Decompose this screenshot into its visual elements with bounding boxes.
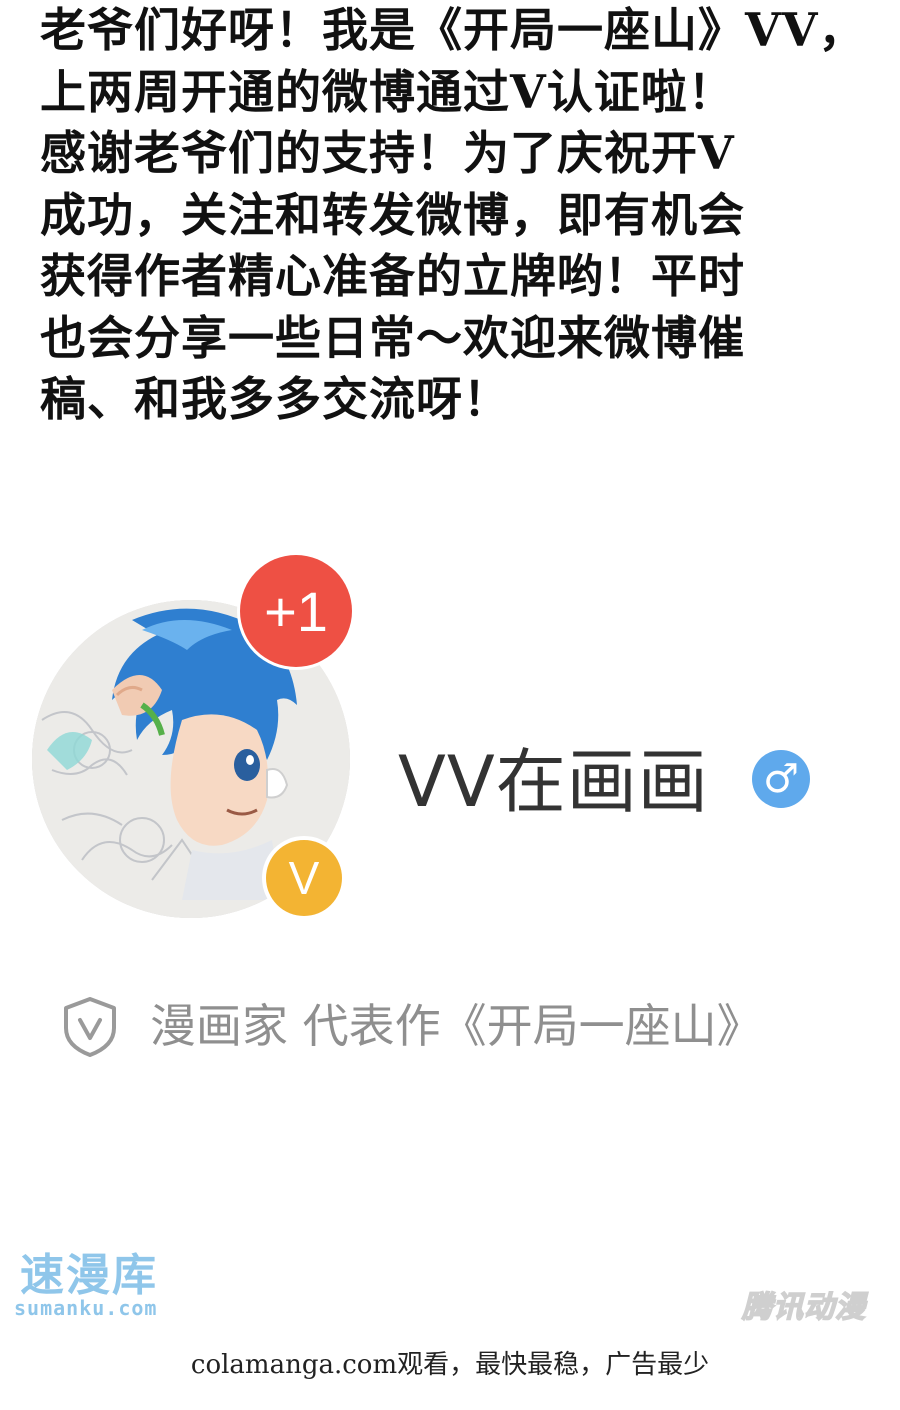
announcement-text: 老爷们好呀！我是《开局一座山》VV， 上两周开通的微博通过V认证啦！ 感谢老爷们的支… [40, 0, 866, 431]
certification-row: 漫画家 代表作《开局一座山》 [62, 996, 882, 1057]
watermark-left-subtitle: sumanku.com [14, 1296, 158, 1320]
announcement-line: 也会分享一些日常～欢迎来微博催 [40, 310, 745, 365]
certification-text: 漫画家 代表作《开局一座山》 [150, 999, 763, 1053]
weibo-profile-card: +1 V VV在画画 ♂ 漫画家 代表作《开局一座山》 [0, 540, 900, 1080]
announcement-line: 感谢老爷们的支持！为了庆祝开V [40, 126, 735, 180]
watermark-left-title: 速漫库 [20, 1250, 158, 1301]
announcement-line: 稿、和我多多交流呀！ [40, 372, 510, 426]
notification-badge[interactable]: +1 [240, 555, 352, 667]
announcement-line: 成功，关注和转发微博，即有机会 [40, 187, 745, 242]
announcement-line: 老爷们好呀！我是《开局一座山》VV， [40, 3, 866, 57]
username[interactable]: VV在画画 [398, 740, 709, 824]
male-gender-icon: ♂ [752, 750, 810, 808]
sumanku-watermark: 速漫库 sumanku.com [14, 1250, 204, 1320]
tencent-comic-watermark: 腾讯动漫 [741, 1289, 866, 1326]
announcement-line: 获得作者精心准备的立牌哟！平时 [40, 249, 745, 303]
announcement-line: 上两周开通的微博通过V认证啦！ [40, 64, 735, 119]
verified-badge: V [266, 840, 342, 916]
shield-verified-icon [64, 997, 116, 1057]
footer-note: colamanga.com观看，最快最稳，广告最少 [190, 1350, 710, 1380]
